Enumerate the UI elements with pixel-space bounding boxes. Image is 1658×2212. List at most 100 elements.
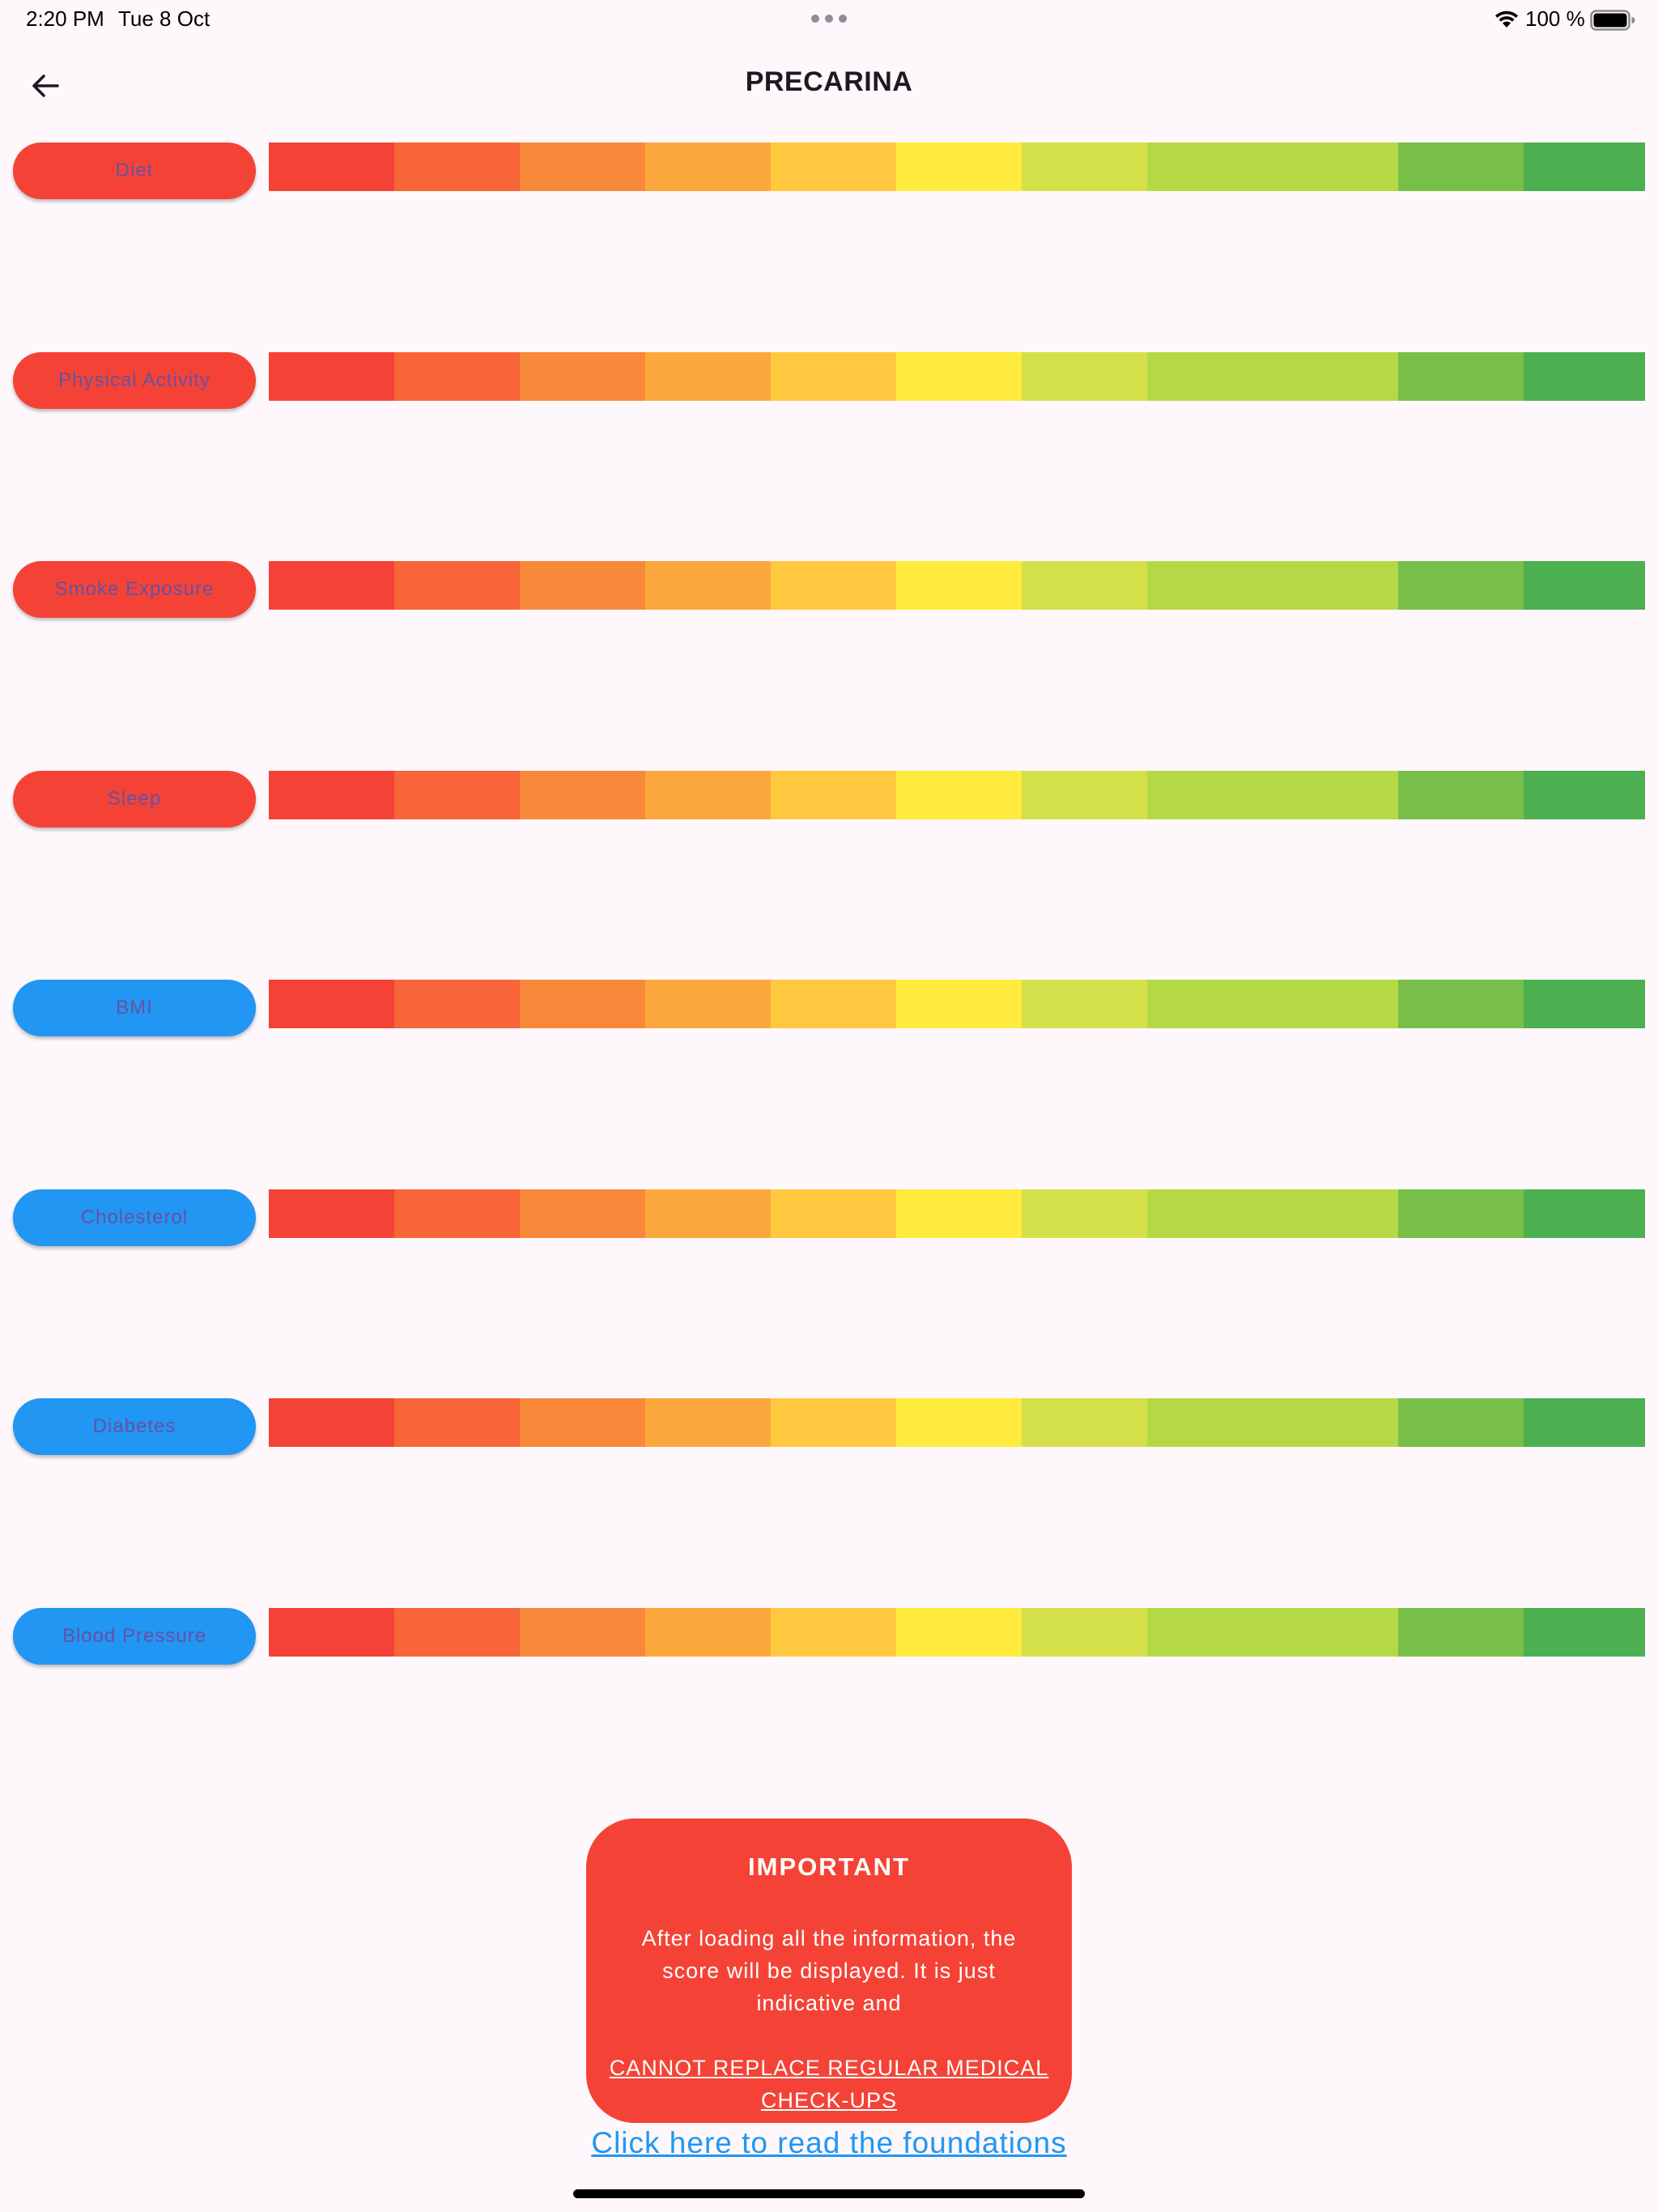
scale-segment	[1022, 1189, 1147, 1238]
scale-segment	[1147, 1608, 1273, 1657]
scale-segment	[896, 1189, 1022, 1238]
scale-segment	[771, 771, 896, 819]
scale-segment	[645, 1189, 771, 1238]
diet-button[interactable]: Diet	[13, 143, 256, 199]
scale-segment	[269, 980, 394, 1028]
scale-segment	[1398, 561, 1524, 610]
scale-segment	[771, 352, 896, 401]
page-title: PRECARINA	[745, 66, 913, 97]
scale-segment	[1273, 1608, 1398, 1657]
battery-icon	[1590, 10, 1635, 31]
scale-segment	[1524, 561, 1645, 610]
scale-segment	[520, 771, 645, 819]
scale-segment	[269, 143, 394, 191]
risk-row-sleep: Sleep	[0, 771, 1658, 829]
more-dots-icon[interactable]	[811, 15, 847, 23]
scale-segment	[645, 1398, 771, 1447]
scale-segment	[394, 771, 520, 819]
risk-row-diet: Diet	[0, 143, 1658, 201]
scale-segment	[1398, 1189, 1524, 1238]
scale-segment	[645, 561, 771, 610]
scale-segment	[520, 561, 645, 610]
scale-segment	[269, 771, 394, 819]
scale-segment	[520, 980, 645, 1028]
scale-segment	[1022, 771, 1147, 819]
important-title: IMPORTANT	[748, 1853, 910, 1881]
battery-percentage: 100 %	[1525, 6, 1585, 31]
risk-row-blood-pressure: Blood Pressure	[0, 1608, 1658, 1666]
scale-segment	[771, 1608, 896, 1657]
important-notice: IMPORTANT After loading all the informat…	[586, 1819, 1072, 2123]
foundations-link[interactable]: Click here to read the foundations	[0, 2126, 1658, 2160]
risk-scale-bar	[269, 1608, 1645, 1657]
scale-segment	[394, 980, 520, 1028]
status-date: Tue 8 Oct	[118, 6, 210, 31]
scale-segment	[896, 980, 1022, 1028]
scale-segment	[1147, 143, 1273, 191]
scale-segment	[1147, 561, 1273, 610]
scale-segment	[1398, 1398, 1524, 1447]
scale-segment	[269, 1189, 394, 1238]
scale-segment	[1022, 1398, 1147, 1447]
scale-segment	[1524, 1398, 1645, 1447]
wifi-icon	[1495, 11, 1518, 28]
scale-segment	[771, 1189, 896, 1238]
status-bar: 2:20 PM Tue 8 Oct 100 %	[0, 0, 1658, 39]
cholesterol-button[interactable]: Cholesterol	[13, 1189, 256, 1246]
blood-pressure-button[interactable]: Blood Pressure	[13, 1608, 256, 1665]
scale-segment	[520, 352, 645, 401]
scale-segment	[394, 352, 520, 401]
scale-segment	[520, 1398, 645, 1447]
risk-row-diabetes: Diabetes	[0, 1398, 1658, 1457]
risk-scale-bar	[269, 352, 1645, 401]
risk-row-smoke-exposure: Smoke Exposure	[0, 561, 1658, 619]
scale-segment	[645, 771, 771, 819]
scale-segment	[1022, 1608, 1147, 1657]
diabetes-button[interactable]: Diabetes	[13, 1398, 256, 1455]
scale-segment	[1273, 771, 1398, 819]
scale-segment	[1273, 1189, 1398, 1238]
scale-segment	[645, 352, 771, 401]
bmi-button[interactable]: BMI	[13, 980, 256, 1036]
scale-segment	[269, 352, 394, 401]
risk-scale-bar	[269, 561, 1645, 610]
scale-segment	[1022, 352, 1147, 401]
risk-scale-bar	[269, 980, 1645, 1028]
scale-segment	[1147, 1189, 1273, 1238]
scale-segment	[1273, 352, 1398, 401]
scale-segment	[394, 1398, 520, 1447]
scale-segment	[645, 980, 771, 1028]
scale-segment	[1273, 980, 1398, 1028]
risk-scale-bar	[269, 1189, 1645, 1238]
scale-segment	[771, 980, 896, 1028]
scale-segment	[896, 1608, 1022, 1657]
scale-segment	[269, 561, 394, 610]
status-time: 2:20 PM	[26, 6, 104, 31]
scale-segment	[1398, 1608, 1524, 1657]
scale-segment	[1398, 771, 1524, 819]
risk-row-physical-activity: Physical Activity	[0, 352, 1658, 410]
scale-segment	[1398, 980, 1524, 1028]
physical-activity-button[interactable]: Physical Activity	[13, 352, 256, 409]
important-warning: CANNOT REPLACE REGULAR MEDICAL CHECK-UPS	[609, 2056, 1049, 2112]
risk-row-bmi: BMI	[0, 980, 1658, 1038]
sleep-button[interactable]: Sleep	[13, 771, 256, 827]
scale-segment	[896, 771, 1022, 819]
risk-row-cholesterol: Cholesterol	[0, 1189, 1658, 1248]
scale-segment	[1524, 980, 1645, 1028]
smoke-exposure-button[interactable]: Smoke Exposure	[13, 561, 256, 618]
scale-segment	[645, 143, 771, 191]
scale-segment	[520, 1608, 645, 1657]
scale-segment	[394, 1608, 520, 1657]
scale-segment	[1398, 143, 1524, 191]
scale-segment	[1022, 143, 1147, 191]
scale-segment	[1147, 980, 1273, 1028]
scale-segment	[896, 143, 1022, 191]
scale-segment	[771, 143, 896, 191]
scale-segment	[1147, 1398, 1273, 1447]
scale-segment	[1398, 352, 1524, 401]
scale-segment	[1022, 561, 1147, 610]
home-indicator[interactable]	[573, 2189, 1085, 2198]
scale-segment	[896, 1398, 1022, 1447]
scale-segment	[771, 561, 896, 610]
